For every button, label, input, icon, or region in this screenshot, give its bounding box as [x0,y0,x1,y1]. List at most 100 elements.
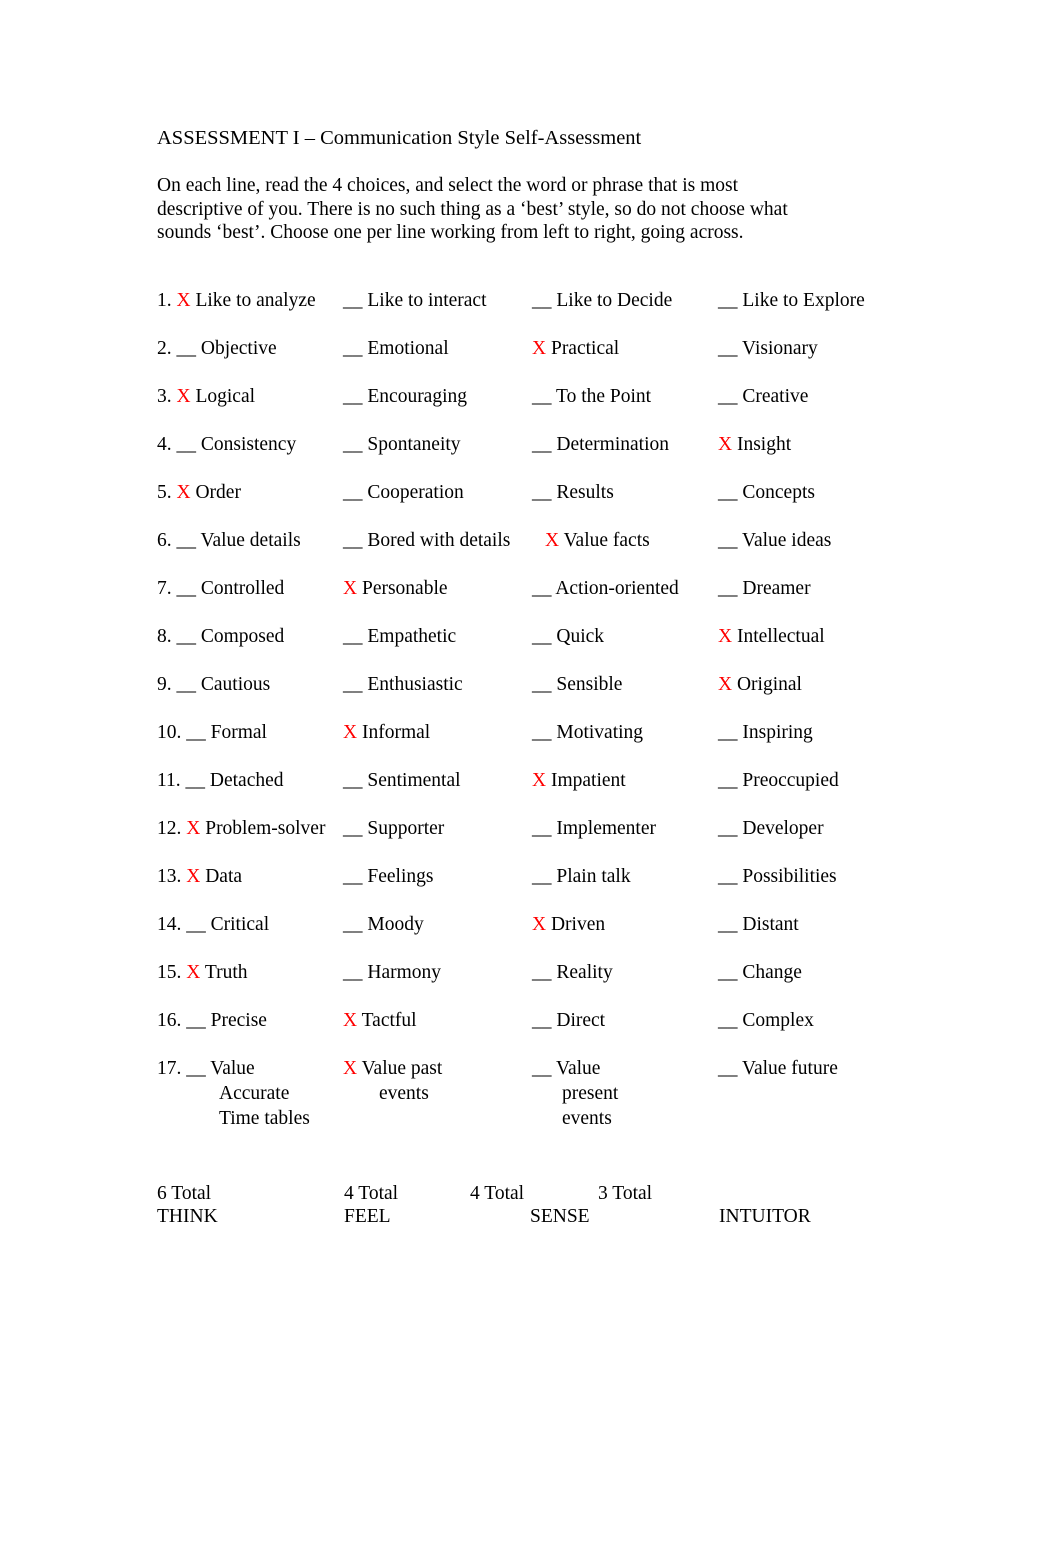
selected-mark[interactable]: X [177,290,191,311]
blank-mark[interactable]: __ [718,338,738,359]
assessment-option[interactable]: 2. __ Objective [157,336,277,361]
assessment-option[interactable]: 13. X Data [157,864,242,889]
assessment-option[interactable]: X Personable [343,576,448,601]
assessment-option[interactable]: __ Concepts [718,480,815,505]
blank-mark[interactable]: __ [718,1058,738,1079]
blank-mark[interactable]: __ [718,770,738,791]
blank-mark[interactable]: __ [343,866,363,887]
blank-mark[interactable]: __ [177,626,197,647]
blank-mark[interactable]: __ [718,290,738,311]
blank-mark[interactable]: __ [186,770,206,791]
selected-mark[interactable]: X [718,434,732,455]
assessment-option[interactable]: __ Cooperation [343,480,464,505]
blank-mark[interactable]: __ [186,1010,206,1031]
assessment-option[interactable]: __ Reality [532,960,613,985]
assessment-option[interactable]: X Intellectual [718,624,825,649]
blank-mark[interactable]: __ [343,482,363,503]
selected-mark[interactable]: X [186,962,200,983]
assessment-option[interactable]: 5. X Order [157,480,241,505]
blank-mark[interactable]: __ [343,530,363,551]
assessment-option[interactable]: 4. __ Consistency [157,432,296,457]
blank-mark[interactable]: __ [532,386,552,407]
selected-mark[interactable]: X [177,482,191,503]
blank-mark[interactable]: __ [343,674,363,695]
blank-mark[interactable]: __ [343,770,363,791]
assessment-option[interactable]: 6. __ Value details [157,528,301,553]
assessment-option[interactable]: 12. X Problem-solver [157,816,325,841]
selected-mark[interactable]: X [186,866,200,887]
blank-mark[interactable]: __ [532,962,552,983]
blank-mark[interactable]: __ [532,290,552,311]
blank-mark[interactable]: __ [532,578,552,599]
assessment-option[interactable]: __ Change [718,960,802,985]
assessment-option[interactable]: 9. __ Cautious [157,672,270,697]
assessment-option[interactable]: 14. __ Critical [157,912,269,937]
assessment-option[interactable]: __ Empathetic [343,624,456,649]
assessment-option[interactable]: __ To the Point [532,384,651,409]
assessment-option[interactable]: __ Value future [718,1056,838,1081]
blank-mark[interactable]: __ [343,626,363,647]
blank-mark[interactable]: __ [343,338,363,359]
selected-mark[interactable]: X [177,386,191,407]
blank-mark[interactable]: __ [532,1010,552,1031]
selected-mark[interactable]: X [532,770,546,791]
blank-mark[interactable]: __ [718,530,738,551]
blank-mark[interactable]: __ [177,578,197,599]
blank-mark[interactable]: __ [718,722,738,743]
selected-mark[interactable]: X [718,626,732,647]
assessment-option[interactable]: __ Spontaneity [343,432,461,457]
assessment-option[interactable]: __ Plain talk [532,864,631,889]
assessment-option[interactable]: __ Developer [718,816,824,841]
assessment-option[interactable]: 15. X Truth [157,960,248,985]
assessment-option[interactable]: __ Distant [718,912,799,937]
blank-mark[interactable]: __ [177,434,197,455]
assessment-option[interactable]: 16. __ Precise [157,1008,267,1033]
assessment-option[interactable]: __ Feelings [343,864,433,889]
assessment-option[interactable]: X Practical [532,336,619,361]
assessment-option[interactable]: __ Direct [532,1008,605,1033]
blank-mark[interactable]: __ [532,434,552,455]
assessment-option[interactable]: X Informal [343,720,430,745]
selected-mark[interactable]: X [343,1010,357,1031]
blank-mark[interactable]: __ [718,386,738,407]
blank-mark[interactable]: __ [186,722,206,743]
blank-mark[interactable]: __ [532,626,552,647]
blank-mark[interactable]: __ [343,290,363,311]
assessment-option[interactable]: __ Like to Explore [718,288,865,313]
blank-mark[interactable]: __ [718,578,738,599]
assessment-option[interactable]: __ Action-oriented [532,576,679,601]
assessment-option[interactable]: __ Determination [532,432,669,457]
selected-mark[interactable]: X [343,578,357,599]
assessment-option[interactable]: __ Quick [532,624,604,649]
blank-mark[interactable]: __ [177,674,197,695]
assessment-option[interactable]: X Driven [532,912,605,937]
assessment-option[interactable]: 7. __ Controlled [157,576,284,601]
assessment-option[interactable]: X Impatient [532,768,626,793]
blank-mark[interactable]: __ [718,1010,738,1031]
blank-mark[interactable]: __ [718,482,738,503]
selected-mark[interactable]: X [718,674,732,695]
blank-mark[interactable]: __ [532,866,552,887]
assessment-option[interactable]: 11. __ Detached [157,768,284,793]
assessment-option[interactable]: X Tactful [343,1008,417,1033]
assessment-option[interactable]: __ Creative [718,384,808,409]
blank-mark[interactable]: __ [177,530,197,551]
assessment-option[interactable]: 10. __ Formal [157,720,267,745]
blank-mark[interactable]: __ [532,482,552,503]
assessment-option[interactable]: __ Moody [343,912,424,937]
assessment-option[interactable]: __ Dreamer [718,576,811,601]
assessment-option[interactable]: __ Supporter [343,816,444,841]
blank-mark[interactable]: __ [343,818,363,839]
blank-mark[interactable]: __ [343,914,363,935]
assessment-option[interactable]: X Insight [718,432,791,457]
assessment-option[interactable]: __ Bored with details [343,528,510,553]
blank-mark[interactable]: __ [532,722,552,743]
selected-mark[interactable]: X [343,1058,357,1079]
assessment-option[interactable]: 3. X Logical [157,384,255,409]
assessment-option[interactable]: __ Implementer [532,816,656,841]
selected-mark[interactable]: X [343,722,357,743]
assessment-option[interactable]: __ Visionary [718,336,818,361]
blank-mark[interactable]: __ [343,386,363,407]
blank-mark[interactable]: __ [177,338,197,359]
blank-mark[interactable]: __ [186,914,206,935]
